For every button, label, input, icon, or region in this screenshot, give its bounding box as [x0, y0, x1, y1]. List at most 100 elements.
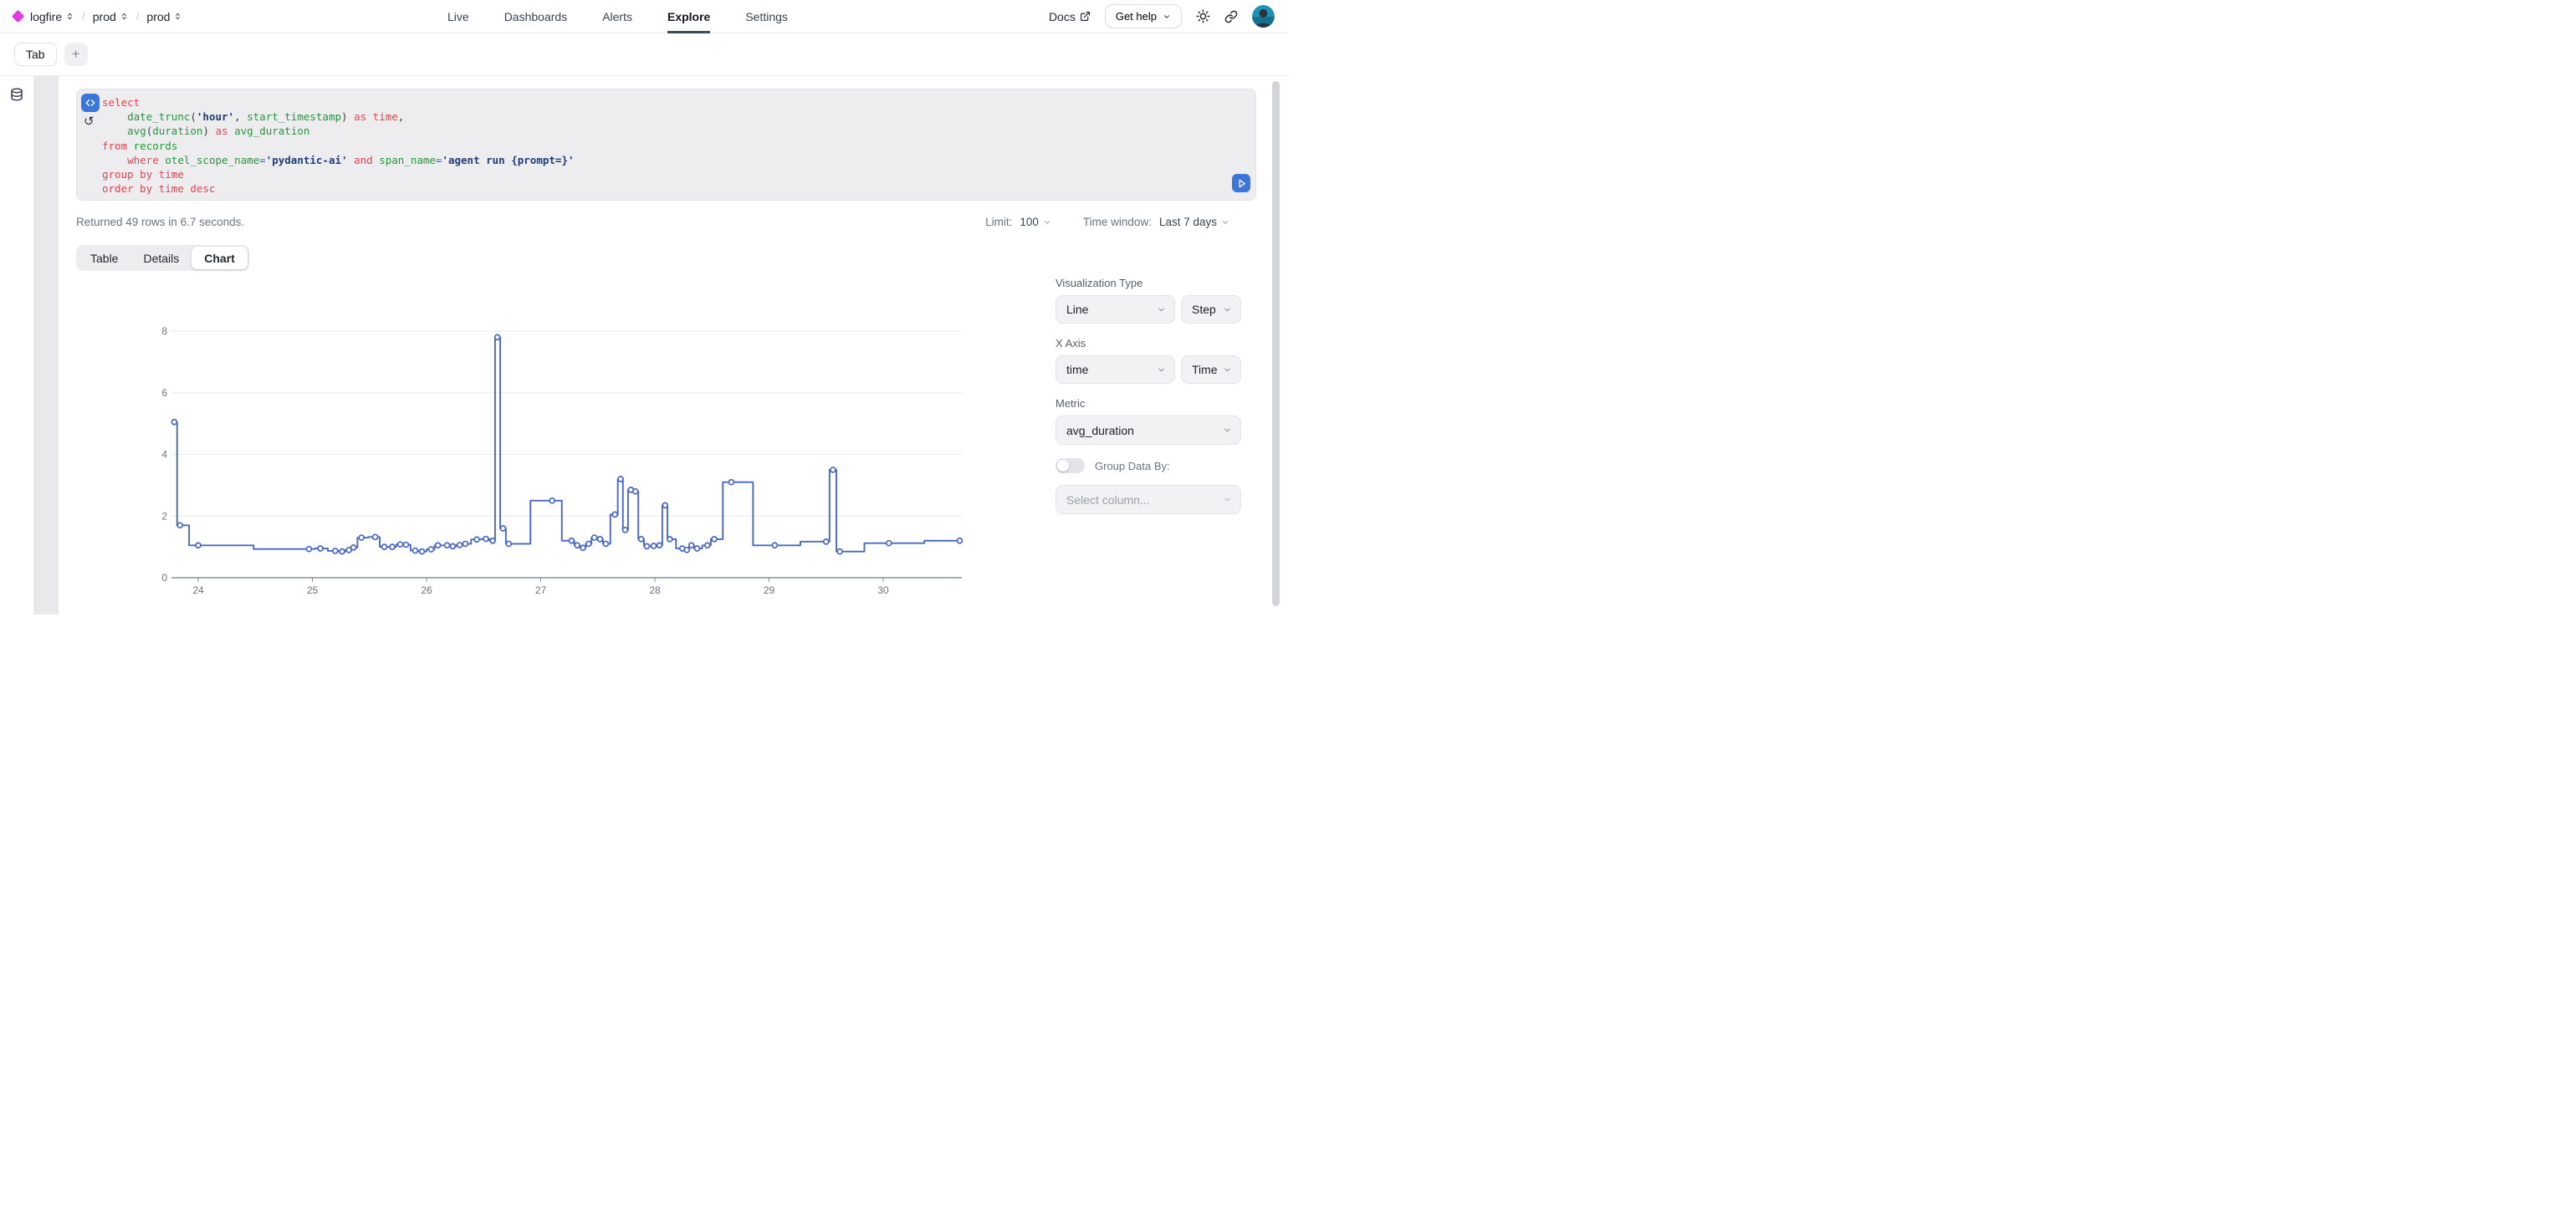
code-line: date_trunc('hour', start_timestamp) as t… [102, 110, 1222, 124]
breadcrumb: logfire / prod / prod [13, 10, 182, 23]
visualization-panel: Visualization Type Line Step X Axis time [1055, 277, 1241, 528]
chevron-down-icon [1043, 218, 1051, 227]
topbar-actions: Docs Get help [1049, 4, 1275, 28]
code-line: where otel_scope_name='pydantic-ai' and … [102, 153, 1222, 167]
chevron-down-icon [1163, 13, 1171, 21]
avatar-image [1252, 5, 1275, 28]
chevron-down-icon [1223, 495, 1232, 504]
view-tab-details[interactable]: Details [130, 247, 192, 269]
nav-settings[interactable]: Settings [745, 0, 788, 33]
query-tab[interactable]: Tab [14, 43, 57, 66]
top-bar: logfire / prod / prod Live Dashboards Alerts Ex… [0, 0, 1288, 33]
visualization-type-select[interactable]: Line [1055, 295, 1175, 324]
sun-icon [1196, 9, 1210, 23]
get-help-button[interactable]: Get help [1105, 4, 1182, 28]
nav-explore[interactable]: Explore [667, 0, 710, 33]
result-view-switcher: TableDetailsChart [76, 245, 249, 271]
sql-code[interactable]: select date_trunc('hour', start_timestam… [102, 95, 1222, 196]
visualization-type-label: Visualization Type [1055, 277, 1241, 289]
get-help-label: Get help [1116, 10, 1157, 23]
unfold-icon [65, 12, 74, 21]
run-query-button[interactable] [1232, 174, 1250, 192]
format-code-button[interactable] [81, 94, 100, 112]
step-line-chart: 0246824252627282930 [151, 318, 979, 602]
svg-text:25: 25 [307, 584, 319, 596]
database-icon[interactable] [9, 87, 24, 102]
copy-link-button[interactable] [1224, 10, 1238, 23]
logfire-explore-page: logfire / prod / prod Live Dashboards Alerts Ex… [0, 0, 1288, 614]
code-line: select [102, 95, 1222, 110]
x-axis-label: X Axis [1055, 337, 1241, 349]
nav-live[interactable]: Live [447, 0, 469, 33]
code-line: from records [102, 139, 1222, 153]
x-axis-column-value: time [1066, 363, 1088, 376]
toggle-knob [1057, 460, 1069, 472]
breadcrumb-item-prod[interactable]: prod [93, 10, 129, 23]
limit-select[interactable]: 100 [1020, 216, 1051, 228]
docs-link[interactable]: Docs [1049, 10, 1091, 23]
view-tab-table[interactable]: Table [78, 247, 130, 269]
breadcrumb-item-prod[interactable]: prod [146, 10, 182, 23]
unfold-icon [120, 12, 129, 21]
x-axis-type-select[interactable]: Time [1181, 355, 1241, 384]
nav-alerts[interactable]: Alerts [602, 0, 632, 33]
panel-splitter[interactable] [33, 76, 59, 614]
nav-dashboards[interactable]: Dashboards [504, 0, 568, 33]
breadcrumb-item-logfire[interactable]: logfire [30, 10, 74, 23]
view-tab-chart[interactable]: Chart [192, 247, 248, 269]
play-icon [1235, 177, 1248, 190]
chevron-down-icon [1223, 305, 1232, 314]
group-column-select[interactable]: Select column... [1055, 485, 1241, 514]
breadcrumb-separator: / [136, 10, 140, 23]
link-icon [1224, 10, 1238, 23]
svg-text:28: 28 [649, 584, 661, 596]
line-style-value: Step [1192, 303, 1216, 316]
svg-text:30: 30 [877, 584, 889, 596]
svg-text:2: 2 [161, 510, 167, 522]
query-tab-bar: Tab + [0, 33, 1288, 76]
sql-editor[interactable]: ↺ select date_trunc('hour', start_timest… [76, 89, 1256, 201]
line-style-select[interactable]: Step [1181, 295, 1241, 324]
chevron-down-icon [1157, 365, 1166, 375]
svg-text:0: 0 [161, 572, 167, 584]
theme-toggle-button[interactable] [1196, 9, 1210, 23]
metric-label: Metric [1055, 397, 1241, 410]
metric-value: avg_duration [1066, 424, 1134, 437]
code-line: avg(duration) as avg_duration [102, 124, 1222, 138]
main-area: ↺ select date_trunc('hour', start_timest… [0, 76, 1288, 614]
svg-text:29: 29 [764, 584, 775, 596]
breadcrumb-separator: / [82, 10, 85, 23]
main-nav: Live Dashboards Alerts Explore Settings [447, 0, 788, 33]
visualization-type-value: Line [1066, 303, 1088, 316]
group-data-toggle[interactable] [1055, 458, 1085, 473]
limit-label: Limit: [985, 216, 1012, 228]
query-result-summary: Returned 49 rows in 6.7 seconds. [76, 216, 244, 228]
docs-label: Docs [1049, 10, 1076, 23]
time-window-label: Time window: [1083, 216, 1152, 228]
x-axis-type-value: Time [1192, 363, 1218, 376]
left-rail [0, 76, 33, 614]
code-icon [84, 97, 96, 109]
svg-text:26: 26 [421, 584, 432, 596]
time-window-value: Last 7 days [1159, 216, 1217, 228]
svg-text:6: 6 [161, 387, 167, 399]
group-column-placeholder: Select column... [1066, 493, 1150, 507]
chevron-down-icon [1223, 365, 1232, 375]
limit-value: 100 [1020, 216, 1039, 228]
user-avatar[interactable] [1252, 5, 1275, 28]
query-options: Limit: 100 Time window: Last 7 days [985, 216, 1229, 228]
x-axis-column-select[interactable]: time [1055, 355, 1175, 384]
history-icon[interactable]: ↺ [84, 115, 95, 128]
code-line: order by time desc [102, 181, 1222, 196]
time-window-select[interactable]: Last 7 days [1159, 216, 1229, 228]
code-line: group by time [102, 167, 1222, 181]
chart-area: 0246824252627282930 [151, 318, 979, 602]
add-tab-button[interactable]: + [64, 43, 88, 66]
metric-select[interactable]: avg_duration [1055, 416, 1241, 445]
vertical-scrollbar[interactable] [1272, 81, 1280, 606]
svg-text:24: 24 [192, 584, 204, 596]
chevron-down-icon [1221, 218, 1229, 227]
time-window-group: Time window: Last 7 days [1083, 216, 1229, 228]
svg-text:8: 8 [161, 325, 167, 337]
chevron-down-icon [1157, 305, 1166, 314]
